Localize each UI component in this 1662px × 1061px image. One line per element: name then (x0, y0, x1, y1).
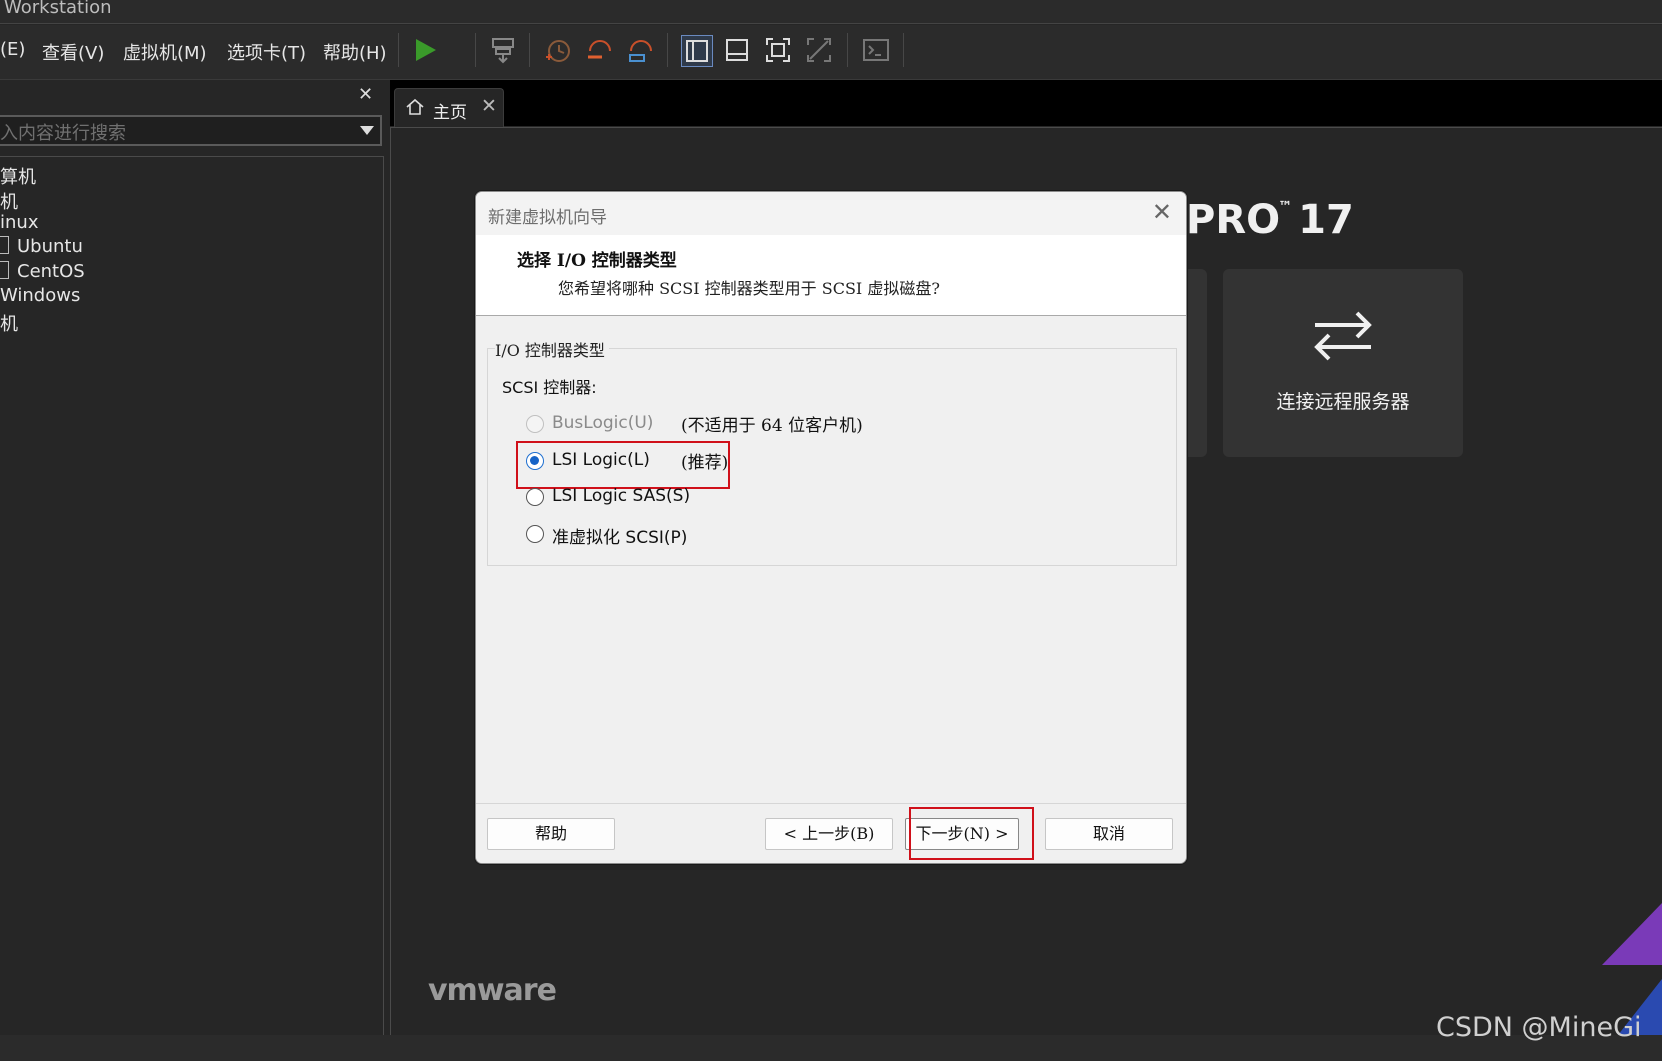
help-button[interactable]: 帮助 (487, 818, 615, 850)
menu-edit[interactable]: (E) (0, 39, 25, 60)
dialog-header: 选择 I/O 控制器类型 您希望将哪种 SCSI 控制器类型用于 SCSI 虚拟… (476, 235, 1186, 316)
dialog-heading: 选择 I/O 控制器类型 (517, 251, 677, 271)
menu-vm[interactable]: 虚拟机(M) (123, 39, 207, 65)
tab-home[interactable]: 主页 ✕ (394, 88, 504, 127)
tree-item-my-computer[interactable]: 算机 (0, 163, 36, 189)
tree-item-vm-2[interactable]: 机 (0, 310, 18, 336)
menu-toolbar: (E) 查看(V) 虚拟机(M) 选项卡(T) 帮助(H) (0, 25, 1662, 80)
show-library-icon[interactable] (681, 35, 713, 67)
close-dialog-icon[interactable]: ✕ (1152, 198, 1172, 226)
full-screen-icon[interactable] (763, 35, 793, 65)
home-icon (406, 98, 424, 115)
console-view-icon[interactable] (861, 35, 891, 65)
vmware-logo: vmware (428, 973, 557, 1008)
tree-item-vm[interactable]: 机 (0, 188, 18, 214)
menu-help[interactable]: 帮助(H) (323, 39, 387, 65)
menu-view[interactable]: 查看(V) (42, 39, 104, 65)
dialog-title-bar: 新建虚拟机向导 ✕ (476, 192, 1186, 235)
title-bar: Workstation (0, 0, 1662, 24)
snapshot-revert-icon[interactable] (584, 35, 614, 65)
cancel-button[interactable]: 取消 (1045, 818, 1173, 850)
new-vm-wizard-dialog: 新建虚拟机向导 ✕ 选择 I/O 控制器类型 您希望将哪种 SCSI 控制器类型… (475, 191, 1187, 864)
close-tab-icon[interactable]: ✕ (481, 95, 497, 117)
tree-item-linux[interactable]: inux (0, 212, 38, 233)
menu-tabs[interactable]: 选项卡(T) (227, 39, 306, 65)
unity-icon[interactable] (804, 35, 834, 65)
buslogic-note: (不适用于 64 位客户机) (681, 416, 863, 436)
library-panel: ✕ 入内容进行搜索 算机 机 inux Ubuntu CentOS Window… (0, 80, 386, 1038)
close-library-icon[interactable]: ✕ (358, 84, 373, 105)
watermark: CSDN @MineGi (1436, 1012, 1642, 1043)
connect-remote-server-card[interactable]: 连接远程服务器 (1223, 269, 1463, 457)
tree-item-centos[interactable]: CentOS (0, 261, 85, 282)
library-tree: 算机 机 inux Ubuntu CentOS Windows 机 (0, 156, 384, 1038)
dialog-subheading: 您希望将哪种 SCSI 控制器类型用于 SCSI 虚拟磁盘? (558, 279, 940, 298)
chevron-down-icon[interactable] (360, 126, 374, 135)
tab-strip: 主页 ✕ (390, 80, 1662, 127)
thumbnail-bar-icon[interactable] (722, 35, 752, 65)
highlight-box-next (909, 807, 1034, 860)
back-button[interactable]: < 上一步(B) (765, 818, 893, 850)
tree-item-ubuntu[interactable]: Ubuntu (0, 236, 83, 257)
tab-home-label: 主页 (433, 103, 467, 123)
window-title: Workstation (4, 0, 112, 18)
radio-button[interactable] (526, 415, 544, 433)
search-placeholder: 入内容进行搜索 (0, 123, 126, 144)
snapshot-take-icon[interactable] (543, 35, 573, 65)
send-keys-icon[interactable] (488, 35, 518, 65)
power-on-icon[interactable] (412, 35, 442, 65)
product-name: PRO™ 17 (1186, 197, 1354, 243)
radio-button[interactable] (526, 525, 544, 543)
library-search[interactable]: 入内容进行搜索 (0, 115, 382, 146)
dialog-title: 新建虚拟机向导 (488, 208, 607, 228)
vm-icon (0, 261, 9, 279)
vm-icon (0, 236, 9, 254)
swap-arrows-icon (1314, 311, 1372, 361)
snapshot-manager-icon[interactable] (625, 35, 655, 65)
highlight-box-lsi-logic (516, 441, 730, 489)
tree-item-windows[interactable]: Windows (0, 285, 80, 306)
group-label: I/O 控制器类型 (495, 337, 609, 361)
dialog-footer: 帮助 < 上一步(B) 下一步(N) > 取消 (476, 803, 1186, 863)
scsi-controller-label: SCSI 控制器: (502, 378, 597, 397)
radio-button[interactable] (526, 488, 544, 506)
status-bar (0, 1035, 1662, 1061)
connect-remote-label: 连接远程服务器 (1276, 391, 1410, 413)
